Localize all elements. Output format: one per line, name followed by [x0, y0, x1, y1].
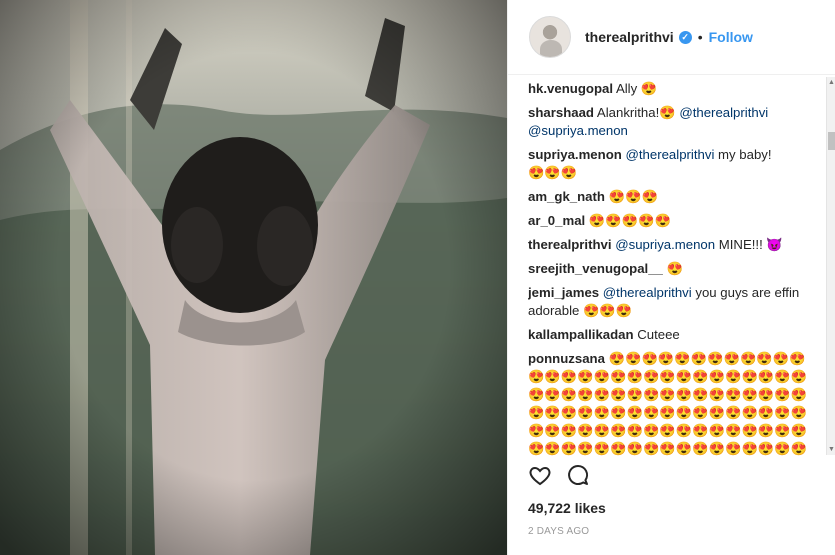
comment-emojis: 😍: [666, 261, 683, 276]
comment-username[interactable]: sreejith_venugopal__: [528, 261, 663, 276]
comment-item: sharshaad Alankritha!😍 @therealprithvi @s…: [528, 104, 818, 140]
post-side-panel: therealprithvi ✓ • Follow hk.venugopal A…: [507, 0, 835, 555]
post-photo[interactable]: [0, 0, 507, 555]
verified-badge-icon: ✓: [678, 30, 692, 44]
comment-item: jemi_james @therealprithvi you guys are …: [528, 284, 818, 320]
post-actions: [528, 462, 604, 492]
comment-username[interactable]: therealprithvi: [528, 237, 612, 252]
comment-emojis: 😍😍😍: [528, 165, 578, 180]
comment-text: my baby!: [718, 147, 772, 162]
comment-username[interactable]: kallampallikadan: [528, 327, 634, 342]
post-header: therealprithvi ✓ • Follow: [508, 0, 835, 75]
comment-mention[interactable]: @supriya.menon: [615, 237, 715, 252]
comment-mention[interactable]: @therealprithvi: [603, 285, 692, 300]
comment-username[interactable]: hk.venugopal: [528, 81, 613, 96]
comment-text: Alankritha!: [596, 105, 660, 120]
comment-item: supriya.menon @therealprithvi my baby! 😍😍…: [528, 146, 818, 182]
comment-item: ponnuzsana 😍😍😍😍😍😍😍😍😍😍😍😍😍😍😍😍😍😍😍😍😍😍😍😍😍😍😍😍😍…: [528, 350, 818, 456]
comment-username[interactable]: supriya.menon: [528, 147, 622, 162]
separator-dot: •: [697, 29, 703, 45]
comment-username[interactable]: sharshaad: [528, 105, 594, 120]
scroll-up-arrow-icon[interactable]: ▲: [827, 77, 835, 88]
avatar[interactable]: [529, 16, 571, 58]
comment-item: sreejith_venugopal__ 😍: [528, 260, 818, 278]
post-time[interactable]: 2 DAYS AGO: [528, 526, 589, 537]
comment-item: therealprithvi @supriya.menon MINE!!! 😈: [528, 236, 818, 254]
comment-item: ar_0_mal 😍😍😍😍😍: [528, 212, 818, 230]
comment-text: Cuteee: [637, 327, 680, 342]
comment-icon[interactable]: [566, 463, 590, 492]
comment-username[interactable]: ar_0_mal: [528, 213, 585, 228]
post-username[interactable]: therealprithvi: [585, 29, 674, 45]
child-window-photo: [0, 0, 507, 555]
comment-emojis: 😍: [659, 105, 676, 120]
comment-emojis: 😍😍😍: [608, 189, 658, 204]
comment-emojis: 😍😍😍: [583, 303, 633, 318]
comment-username[interactable]: am_gk_nath: [528, 189, 605, 204]
scrollbar-thumb[interactable]: [828, 132, 835, 150]
comment-emojis: 😈: [766, 237, 783, 252]
comment-mention[interactable]: @therealprithvi: [625, 147, 714, 162]
comment-username[interactable]: jemi_james: [528, 285, 599, 300]
comment-mention[interactable]: @supriya.menon: [528, 123, 628, 138]
heart-icon[interactable]: [528, 463, 552, 492]
comment-item: hk.venugopal Ally 😍: [528, 80, 818, 98]
comment-item: am_gk_nath 😍😍😍: [528, 188, 818, 206]
comment-emojis: 😍: [640, 81, 658, 96]
comment-item: kallampallikadan Cuteee: [528, 326, 818, 344]
scroll-down-arrow-icon[interactable]: ▼: [827, 444, 835, 455]
comment-emojis: 😍😍😍😍😍: [588, 213, 671, 228]
follow-button[interactable]: Follow: [709, 29, 753, 45]
comments-scrollbar[interactable]: ▲ ▼: [826, 77, 835, 455]
comment-mention[interactable]: @therealprithvi: [679, 105, 768, 120]
likes-count[interactable]: 49,722 likes: [528, 500, 606, 516]
comment-text: MINE!!!: [718, 237, 763, 252]
comments-list[interactable]: hk.venugopal Ally 😍 sharshaad Alankritha…: [528, 78, 818, 456]
comment-text: Ally: [615, 81, 638, 96]
comment-username[interactable]: ponnuzsana: [528, 351, 605, 366]
comment-emojis: 😍😍😍😍😍😍😍😍😍😍😍😍😍😍😍😍😍😍😍😍😍😍😍😍😍😍😍😍😍😍😍😍😍😍😍😍😍😍😍😍…: [528, 351, 808, 456]
